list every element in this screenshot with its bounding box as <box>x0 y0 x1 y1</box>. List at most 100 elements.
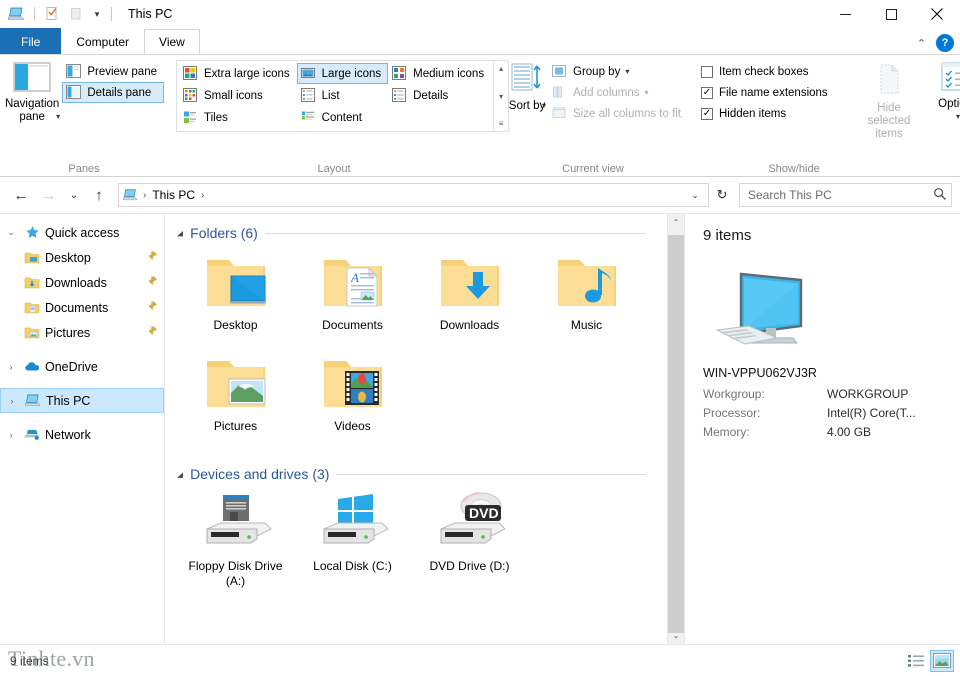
sidebar-item-downloads[interactable]: Downloads <box>0 270 164 295</box>
view-details[interactable]: Details <box>388 85 491 106</box>
list-item[interactable]: Music <box>528 246 645 347</box>
list-item[interactable]: Videos <box>294 347 411 448</box>
group-by-button[interactable]: Group by ▾ <box>548 61 688 82</box>
help-icon[interactable]: ? <box>936 34 954 52</box>
navigation-pane-button[interactable]: Navigation pane ▾ <box>4 60 60 123</box>
this-pc-icon[interactable] <box>7 4 27 24</box>
item-label: DVD Drive (D:) <box>429 559 510 573</box>
view-tiles[interactable]: Tiles <box>179 107 297 128</box>
item-check-boxes-checkbox[interactable] <box>701 65 713 78</box>
pictures-folder-icon <box>22 326 42 340</box>
customize-quick-access-icon[interactable]: ▾ <box>90 9 104 20</box>
sidebar-item-documents[interactable]: Documents <box>0 295 164 320</box>
search-input[interactable] <box>748 188 933 202</box>
list-item[interactable]: Pictures <box>177 347 294 448</box>
collapse-triangle-icon[interactable]: ◢ <box>177 470 183 478</box>
forward-button[interactable]: → <box>36 182 62 208</box>
large-icons-view-button[interactable] <box>930 649 954 672</box>
item-label: Music <box>570 318 603 332</box>
back-button[interactable]: ← <box>8 182 34 208</box>
sidebar-label: Quick access <box>45 225 120 240</box>
tab-file[interactable]: File <box>0 28 62 54</box>
pin-icon[interactable] <box>147 325 158 340</box>
view-extra-large-icons[interactable]: Extra large icons <box>179 63 297 84</box>
pin-icon[interactable] <box>147 275 158 290</box>
view-content[interactable]: Content <box>297 107 388 128</box>
group-title: Folders (6) <box>190 225 258 241</box>
hidden-items-row[interactable]: ✓ Hidden items <box>696 103 856 124</box>
sidebar-label: Desktop <box>45 250 91 265</box>
up-button[interactable]: ↑ <box>86 182 112 208</box>
breadcrumb[interactable]: › This PC › ⌄ <box>118 183 709 207</box>
group-header-folders[interactable]: ◢ Folders (6) <box>177 222 656 244</box>
list-item[interactable]: Floppy Disk Drive (A:) <box>177 487 294 588</box>
view-small-icons[interactable]: Small icons <box>179 85 297 106</box>
view-list[interactable]: List <box>297 85 388 106</box>
chevron-down-icon[interactable]: ⌄ <box>0 227 22 238</box>
sort-by-button[interactable]: Sort by ▾ <box>508 60 546 112</box>
breadcrumb-item-this-pc[interactable]: This PC <box>150 188 197 202</box>
recent-locations-button[interactable]: ⌄ <box>64 182 84 208</box>
new-folder-icon[interactable] <box>66 4 86 24</box>
list-item[interactable]: Desktop <box>177 246 294 347</box>
vertical-scrollbar[interactable]: ⌃ ⌄ <box>667 214 684 644</box>
title-bar: ▾ This PC <box>0 0 960 28</box>
group-label-layout: Layout <box>317 163 351 175</box>
close-button[interactable] <box>914 0 960 28</box>
breadcrumb-separator[interactable]: › <box>143 190 146 201</box>
search-icon[interactable] <box>933 187 947 204</box>
computer-monitor-icon <box>703 266 944 356</box>
list-item[interactable]: DVD DVD Drive (D:) <box>411 487 528 588</box>
minimize-button[interactable] <box>822 0 868 28</box>
collapse-ribbon-icon[interactable]: ⌃ <box>917 37 926 50</box>
chevron-down-icon[interactable]: ▾ <box>542 101 546 110</box>
chevron-down-icon[interactable]: ▾ <box>56 112 60 121</box>
group-header-devices[interactable]: ◢ Devices and drives (3) <box>177 463 656 485</box>
maximize-button[interactable] <box>868 0 914 28</box>
properties-icon[interactable] <box>42 4 62 24</box>
chevron-right-icon[interactable]: › <box>1 396 23 406</box>
refresh-button[interactable]: ↻ <box>711 183 733 207</box>
group-label-show-hide: Show/hide <box>768 163 820 175</box>
list-item[interactable]: Downloads <box>411 246 528 347</box>
options-button[interactable]: Options ▾ <box>930 60 960 121</box>
scroll-track[interactable] <box>667 231 684 633</box>
sidebar-item-quick-access[interactable]: ⌄ Quick access <box>0 220 164 245</box>
view-medium-icons[interactable]: Medium icons <box>388 63 491 84</box>
scroll-up-icon[interactable]: ⌃ <box>668 214 685 231</box>
chevron-down-icon[interactable]: ▾ <box>956 112 960 121</box>
pin-icon[interactable] <box>147 250 158 265</box>
sidebar-item-desktop[interactable]: Desktop <box>0 245 164 270</box>
chevron-right-icon[interactable]: › <box>0 362 22 372</box>
sidebar-item-pictures[interactable]: Pictures <box>0 320 164 345</box>
tab-view[interactable]: View <box>144 29 200 54</box>
file-list-area[interactable]: ◢ Folders (6) Desktop A Documents Downlo… <box>165 214 684 644</box>
sidebar-item-onedrive[interactable]: › OneDrive <box>0 354 164 379</box>
preview-pane-button[interactable]: Preview pane <box>62 61 164 82</box>
breadcrumb-this-pc-icon[interactable] <box>123 188 139 202</box>
hidden-items-checkbox[interactable]: ✓ <box>701 107 713 120</box>
item-check-boxes-label: Item check boxes <box>719 65 809 78</box>
details-pane-button[interactable]: Details pane <box>62 82 164 103</box>
chevron-right-icon[interactable]: › <box>0 430 22 440</box>
group-label-current-view: Current view <box>562 163 624 175</box>
scroll-thumb[interactable] <box>667 235 684 633</box>
file-name-extensions-checkbox[interactable]: ✓ <box>701 86 713 99</box>
sidebar-item-network[interactable]: › Network <box>0 422 164 447</box>
detail-row: Processor: Intel(R) Core(T... <box>703 403 944 422</box>
collapse-triangle-icon[interactable]: ◢ <box>177 229 183 237</box>
search-box[interactable] <box>739 183 952 207</box>
tab-computer[interactable]: Computer <box>61 29 144 54</box>
file-name-extensions-row[interactable]: ✓ File name extensions <box>696 82 856 103</box>
breadcrumb-dropdown-icon[interactable]: ⌄ <box>686 190 704 201</box>
sidebar-item-this-pc[interactable]: › This PC <box>0 388 164 413</box>
list-item[interactable]: A Documents <box>294 246 411 347</box>
ribbon: Navigation pane ▾ Preview pane Details p… <box>0 54 960 177</box>
view-label: Extra large icons <box>204 67 290 80</box>
view-large-icons[interactable]: Large icons <box>296 63 389 84</box>
pin-icon[interactable] <box>147 300 158 315</box>
breadcrumb-separator-2[interactable]: › <box>201 190 204 201</box>
list-item[interactable]: Local Disk (C:) <box>294 487 411 588</box>
details-view-button[interactable] <box>904 650 928 672</box>
item-check-boxes-row[interactable]: Item check boxes <box>696 61 856 82</box>
